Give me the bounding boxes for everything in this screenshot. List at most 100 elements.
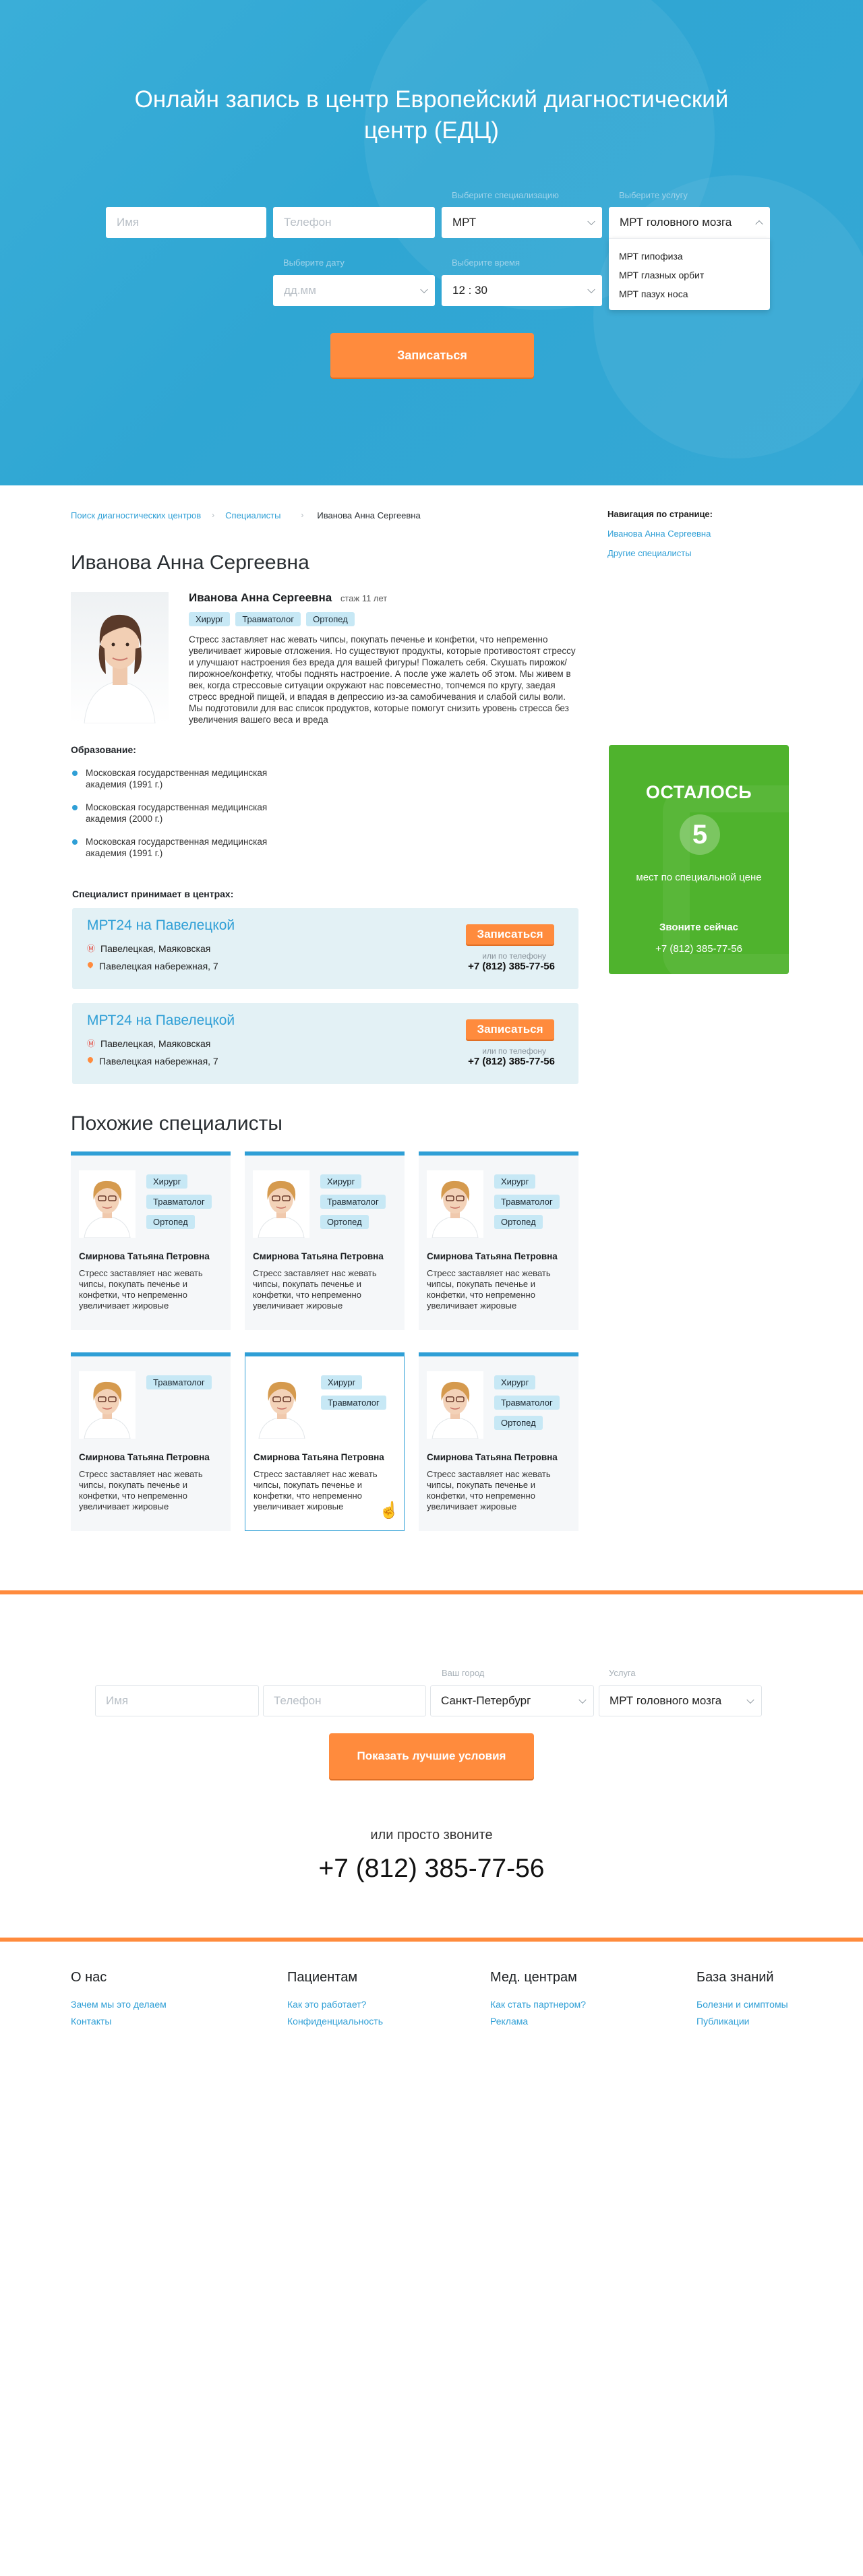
specialist-name[interactable]: Смирнова Татьяна Петровна	[79, 1251, 210, 1261]
chevron-down-icon	[578, 1696, 587, 1704]
chevron-right-icon: ›	[212, 510, 215, 520]
specialty-tag[interactable]: Травматолог	[320, 1195, 386, 1209]
bottom-service-select[interactable]: МРТ головного мозга	[599, 1685, 762, 1716]
specialist-name[interactable]: Смирнова Татьяна Петровна	[427, 1251, 558, 1261]
specialty-tag[interactable]: Ортопед	[146, 1215, 195, 1229]
city-label: Ваш город	[442, 1668, 485, 1678]
service-label: Выберите услугу	[619, 190, 688, 200]
metro-icon: Ⓜ	[87, 1038, 96, 1048]
specialty-tag[interactable]: Хирург	[146, 1174, 188, 1189]
center-card: МРТ24 на Павелецкой Ⓜ Павелецкая, Маяков…	[72, 1003, 578, 1084]
page-navigation-link[interactable]: Иванова Анна Сергеевна	[607, 529, 713, 539]
specialty-tag[interactable]: Ортопед	[494, 1416, 543, 1430]
center-metro: Ⓜ Павелецкая, Маяковская	[87, 1038, 210, 1049]
center-book-button[interactable]: Записаться	[466, 1019, 554, 1040]
specialist-card[interactable]: Хирург Травматолог Ортопед Смирнова Татьяна…	[245, 1151, 405, 1330]
chevron-right-icon: ›	[301, 510, 304, 520]
service-option[interactable]: МРТ пазух носа	[609, 284, 770, 303]
bottom-phone-input[interactable]: Телефон	[263, 1685, 426, 1716]
specialty-tag[interactable]: Ортопед	[320, 1215, 369, 1229]
specialty-tag[interactable]: Хирург	[494, 1174, 536, 1189]
education-item: Московская государственная медицинская а…	[71, 767, 300, 790]
time-select[interactable]: 12 : 30	[442, 275, 602, 306]
breadcrumb-link[interactable]: Поиск диагностических центров	[71, 510, 201, 520]
service-value: МРТ головного мозга	[620, 216, 732, 229]
footer-link[interactable]: Конфиденциальность	[287, 2016, 383, 2027]
breadcrumb-link[interactable]: Специалисты	[225, 510, 280, 520]
specialist-portrait-image	[432, 1381, 479, 1439]
footer-link[interactable]: Реклама	[490, 2016, 586, 2027]
specialist-card[interactable]: Хирург Травматолог Ортопед Смирнова Татьяна…	[71, 1151, 231, 1330]
footer-column-title: База знаний	[696, 1970, 774, 1985]
footer-column: База знаний Болезни и симптомы Публикаци…	[696, 1970, 788, 2033]
metro-icon: Ⓜ	[87, 943, 96, 953]
footer-column-title: Пациентам	[287, 1970, 358, 1985]
specialization-label: Выберите специализацию	[452, 190, 559, 200]
specialty-tag[interactable]: Травматолог	[146, 1375, 212, 1389]
bottom-name-input[interactable]: Имя	[95, 1685, 259, 1716]
footer-column: Мед. центрам Как стать партнером? Реклам…	[490, 1970, 586, 2033]
center-or-phone: или по телефону	[482, 951, 546, 961]
specialist-portrait-image	[258, 1180, 305, 1238]
service-option[interactable]: МРТ глазных орбит	[609, 266, 770, 284]
specialty-tag[interactable]: Ортопед	[306, 612, 355, 626]
center-metro-text: Павелецкая, Маяковская	[100, 943, 211, 954]
specialist-name[interactable]: Смирнова Татьяна Петровна	[427, 1452, 558, 1462]
specialty-tag[interactable]: Хирург	[189, 612, 231, 626]
hero-section: Онлайн запись в центр Европейский диагно…	[0, 0, 863, 485]
specialist-description: Стресс заставляет нас жевать чипсы, поку…	[427, 1268, 551, 1311]
specialist-card[interactable]: Хирург Травматолог Ортопед Смирнова Татьяна…	[419, 1151, 578, 1330]
show-conditions-button[interactable]: Показать лучшие условия	[329, 1733, 534, 1779]
footer-link[interactable]: Как стать партнером?	[490, 1999, 586, 2010]
date-label: Выберите дату	[283, 258, 345, 268]
specialization-select[interactable]: МРТ	[442, 207, 602, 238]
education-item: Московская государственная медицинская а…	[71, 836, 300, 859]
call-phone[interactable]: +7 (812) 385-77-56	[0, 1854, 863, 1884]
specialty-tag[interactable]: Травматолог	[235, 612, 301, 626]
bottom-service-value: МРТ головного мозга	[609, 1694, 722, 1707]
specialty-tag[interactable]: Травматолог	[494, 1195, 560, 1209]
city-value: Санкт-Петербург	[441, 1694, 531, 1707]
footer-link[interactable]: Зачем мы это делаем	[71, 1999, 167, 2010]
center-phone[interactable]: +7 (812) 385-77-56	[468, 961, 555, 972]
specialist-description: Стресс заставляет нас жевать чипсы, поку…	[254, 1469, 378, 1511]
service-select[interactable]: МРТ головного мозга	[609, 207, 770, 238]
specialty-tag[interactable]: Хирург	[320, 1174, 362, 1189]
hero-submit-button[interactable]: Записаться	[330, 333, 534, 378]
footer-link[interactable]: Болезни и симптомы	[696, 1999, 788, 2010]
footer-link[interactable]: Контакты	[71, 2016, 167, 2027]
specialist-portrait-image	[258, 1381, 305, 1439]
specialist-card[interactable]: Травматолог Смирнова Татьяна Петровна Стре…	[71, 1352, 231, 1531]
center-name[interactable]: МРТ24 на Павелецкой	[87, 918, 235, 934]
center-name[interactable]: МРТ24 на Павелецкой	[87, 1013, 235, 1029]
name-input[interactable]: Имя	[106, 207, 266, 238]
footer-link[interactable]: Как это работает?	[287, 1999, 383, 2010]
hand-cursor-icon: ☝	[379, 1501, 399, 1520]
specialty-tag[interactable]: Ортопед	[494, 1215, 543, 1229]
specialist-name[interactable]: Смирнова Татьяна Петровна	[253, 1251, 384, 1261]
specialist-photo	[254, 1371, 310, 1439]
specialty-tag[interactable]: Травматолог	[321, 1396, 386, 1410]
specialist-card[interactable]: Хирург Травматолог Ортопед Смирнова Татьяна…	[419, 1352, 578, 1531]
date-select[interactable]: дд.мм	[273, 275, 435, 306]
city-select[interactable]: Санкт-Петербург	[430, 1685, 594, 1716]
center-book-button[interactable]: Записаться	[466, 924, 554, 945]
center-phone[interactable]: +7 (812) 385-77-56	[468, 1056, 555, 1067]
page-navigation-title: Навигация по странице:	[607, 509, 713, 519]
specialist-tags: Хирург Травматолог Ортопед	[494, 1174, 560, 1229]
center-or-phone: или по телефону	[482, 1046, 546, 1056]
specialist-name[interactable]: Смирнова Татьяна Петровна	[254, 1452, 384, 1462]
specialty-tag[interactable]: Травматолог	[494, 1396, 560, 1410]
phone-input[interactable]: Телефон	[273, 207, 435, 238]
footer-column-title: Мед. центрам	[490, 1970, 577, 1985]
specialty-tag[interactable]: Хирург	[494, 1375, 536, 1389]
center-metro: Ⓜ Павелецкая, Маяковская	[87, 943, 210, 954]
specialty-tag[interactable]: Хирург	[321, 1375, 363, 1389]
service-option[interactable]: МРТ гипофиза	[609, 247, 770, 266]
specialty-tag[interactable]: Травматолог	[146, 1195, 212, 1209]
promo-phone[interactable]: +7 (812) 385-77-56	[609, 943, 789, 955]
specialist-portrait-image	[84, 1381, 131, 1439]
page-navigation-link[interactable]: Другие специалисты	[607, 548, 713, 558]
specialist-name[interactable]: Смирнова Татьяна Петровна	[79, 1452, 210, 1462]
footer-link[interactable]: Публикации	[696, 2016, 788, 2027]
